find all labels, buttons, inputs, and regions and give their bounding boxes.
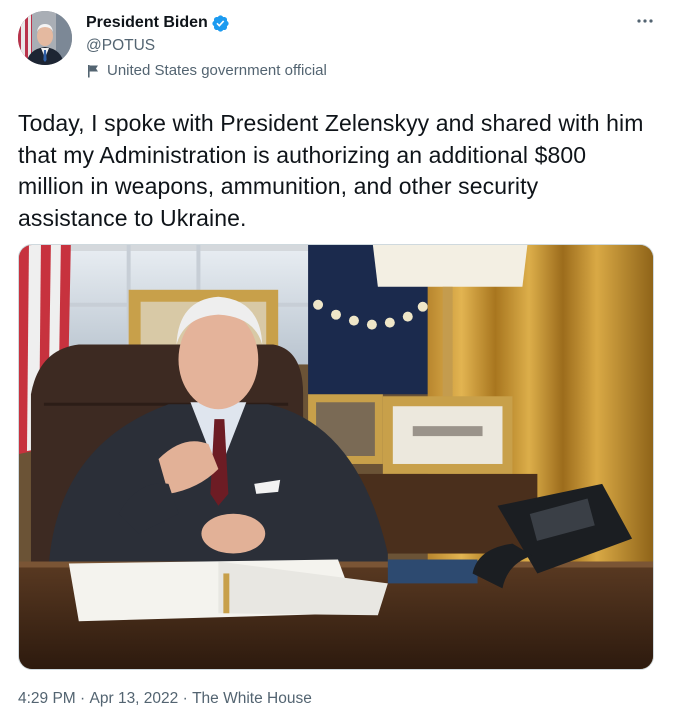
government-label-text: United States government official <box>107 62 327 79</box>
display-name[interactable]: President Biden <box>86 13 208 33</box>
verified-badge-icon <box>212 14 229 32</box>
tweet-time[interactable]: 4:29 PM <box>18 689 76 709</box>
tweet-meta: 4:29 PM · Apr 13, 2022 · The White House <box>18 689 312 709</box>
author-handle[interactable]: @POTUS <box>86 36 155 56</box>
avatar-photo <box>18 11 72 65</box>
oval-office-photo <box>19 245 653 669</box>
more-icon <box>637 19 653 23</box>
tweet-text: Today, I spoke with President Zelenskyy … <box>18 110 644 231</box>
meta-separator: · <box>75 690 90 707</box>
avatar[interactable] <box>18 11 72 65</box>
tweet-date[interactable]: Apr 13, 2022 <box>90 689 179 709</box>
more-options-button[interactable] <box>632 10 658 32</box>
tweet-source[interactable]: The White House <box>192 689 312 709</box>
flag-icon <box>88 65 98 78</box>
meta-separator-2: · <box>178 690 193 707</box>
tweet-photo[interactable] <box>18 244 654 670</box>
tweet: President Biden @POTUS United States gov… <box>0 0 676 717</box>
author-row: President Biden <box>86 12 230 34</box>
government-label: United States government official <box>86 61 327 81</box>
